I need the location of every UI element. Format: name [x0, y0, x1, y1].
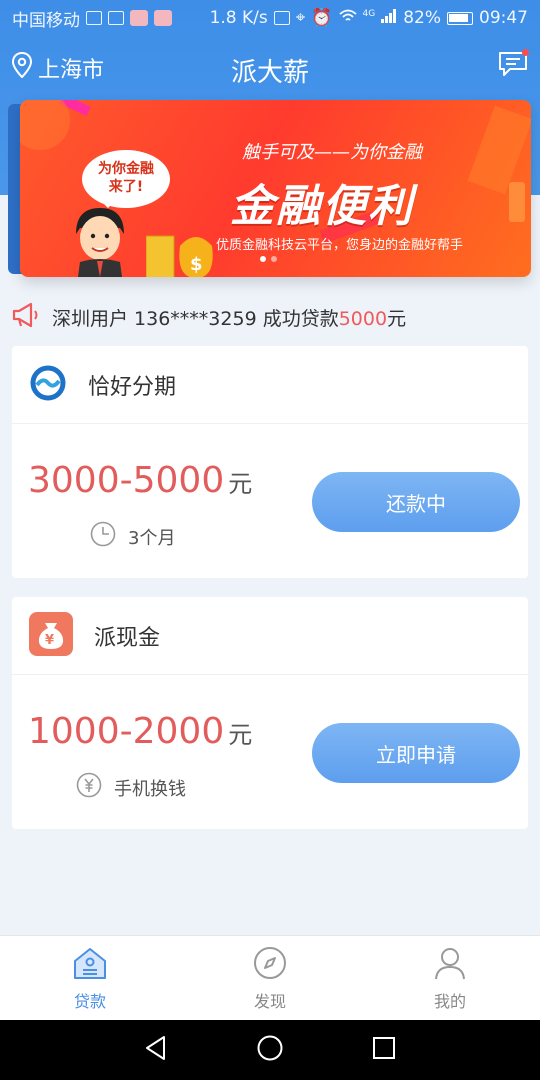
amount-value: 1000-2000: [28, 711, 225, 752]
photo-notification-icon: [154, 10, 172, 26]
product-header: 恰好分期: [12, 346, 528, 424]
message-button[interactable]: [498, 49, 529, 82]
app-header: 上海市 派大薪: [0, 44, 540, 90]
bubble-line-1: 为你金融: [98, 161, 154, 177]
carousel-indicator: [260, 256, 277, 262]
carrier-label: 中国移动: [12, 10, 80, 31]
loan-notice: 深圳用户 136****3259 成功贷款5000元: [12, 300, 406, 334]
notice-text: 深圳用户 136****3259 成功贷款5000元: [52, 304, 406, 331]
battery-percent: 82%: [403, 8, 441, 28]
user-icon: [433, 946, 467, 984]
tab-discover[interactable]: 发现: [180, 936, 360, 1020]
unread-badge: [522, 49, 529, 56]
promo-banner[interactable]: 为你金融 来了! $ 触手可及——为你金融 金融便利 优质金融科技云平台，您身边…: [20, 100, 531, 277]
message-icon: [498, 52, 528, 82]
loan-term: 3个月: [90, 521, 175, 552]
signal-icon: [381, 8, 397, 28]
product-name: 派现金: [94, 625, 161, 651]
banner-subtitle: 触手可及——为你金融: [242, 142, 422, 163]
megaphone-icon: [12, 302, 40, 333]
home-icon: [72, 946, 108, 984]
product-logo-icon: [28, 363, 68, 407]
yuan-icon: [76, 772, 102, 803]
banner-side-tag: [509, 182, 525, 222]
home-circle-icon[interactable]: [256, 1034, 284, 1066]
network-speed: 1.8 K/s: [209, 8, 268, 28]
product-card[interactable]: ¥ 派现金 1000-2000 元 手机换钱 立即申请: [12, 597, 528, 829]
status-bar: 中国移动 1.8 K/s ⌖ ⏰ 4G 82% 09:47: [0, 0, 540, 36]
tab-label: 发现: [253, 992, 286, 1011]
product-card[interactable]: 恰好分期 3000-5000 元 3个月 还款中: [12, 346, 528, 578]
bottom-tab-bar: 贷款 发现 我的: [0, 935, 540, 1020]
carousel-dot-active: [260, 256, 266, 262]
nfc-icon: [273, 11, 290, 25]
tab-loan[interactable]: 贷款: [0, 936, 180, 1020]
bubble-line-2: 来了!: [108, 179, 144, 195]
term-label: 3个月: [128, 527, 176, 549]
amount-unit: 元: [228, 721, 253, 749]
page-title: 派大薪: [230, 58, 309, 88]
product-name: 恰好分期: [88, 374, 177, 400]
battery-icon: [447, 11, 473, 25]
clock-icon: [90, 521, 116, 552]
cartoon-man-illustration: [76, 208, 124, 277]
svg-text:$: $: [190, 254, 203, 275]
notice-prefix: 深圳用户 136****3259 成功贷款: [52, 307, 339, 330]
tab-mine[interactable]: 我的: [360, 936, 540, 1020]
back-icon[interactable]: [144, 1035, 168, 1065]
location-icon: ⌖: [295, 8, 306, 28]
apply-now-button[interactable]: 立即申请: [312, 723, 520, 783]
hd-icon: [86, 11, 102, 25]
svg-text:¥: ¥: [45, 633, 54, 648]
product-header: ¥ 派现金: [12, 597, 528, 675]
carousel-dot: [271, 256, 277, 262]
usb-icon: [108, 11, 124, 25]
alarm-icon: ⏰: [311, 8, 333, 28]
tab-label: 贷款: [73, 992, 106, 1011]
app-notification-icon: [130, 10, 148, 26]
repaying-button[interactable]: 还款中: [312, 472, 520, 532]
tab-label: 我的: [433, 992, 466, 1011]
system-navigation-bar: [0, 1020, 540, 1080]
clock: 09:47: [479, 8, 528, 28]
wifi-icon: [338, 8, 357, 28]
gold-coins-illustration: $: [146, 235, 213, 277]
speech-bubble: 为你金融 来了!: [82, 150, 170, 208]
notice-amount: 5000: [338, 307, 388, 330]
loan-amount-range: 1000-2000 元: [28, 711, 252, 752]
recent-apps-icon[interactable]: [372, 1036, 396, 1064]
amount-unit: 元: [228, 470, 253, 498]
banner-headline: 金融便利: [230, 181, 414, 232]
compass-icon: [253, 946, 287, 984]
banner-tagline: 优质金融科技云平台，您身边的金融好帮手: [216, 238, 464, 253]
loan-amount-range: 3000-5000 元: [28, 460, 252, 501]
feature-label: 手机换钱: [114, 778, 186, 800]
network-type: 4G: [362, 9, 376, 19]
notice-suffix: 元: [387, 307, 407, 330]
loan-feature: 手机换钱: [76, 772, 186, 803]
money-bag-icon: ¥: [28, 611, 74, 661]
amount-value: 3000-5000: [28, 460, 225, 501]
